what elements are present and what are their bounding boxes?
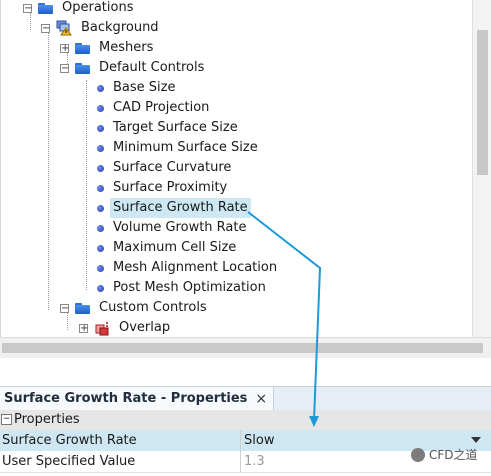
annotation-arrow bbox=[247, 211, 322, 427]
watermark-text: CFD之道 bbox=[429, 448, 478, 462]
wechat-icon bbox=[411, 447, 425, 462]
annotation-arrow-line bbox=[247, 211, 322, 421]
annotation-arrow-head bbox=[309, 416, 319, 427]
watermark: CFD之道 bbox=[411, 446, 478, 463]
